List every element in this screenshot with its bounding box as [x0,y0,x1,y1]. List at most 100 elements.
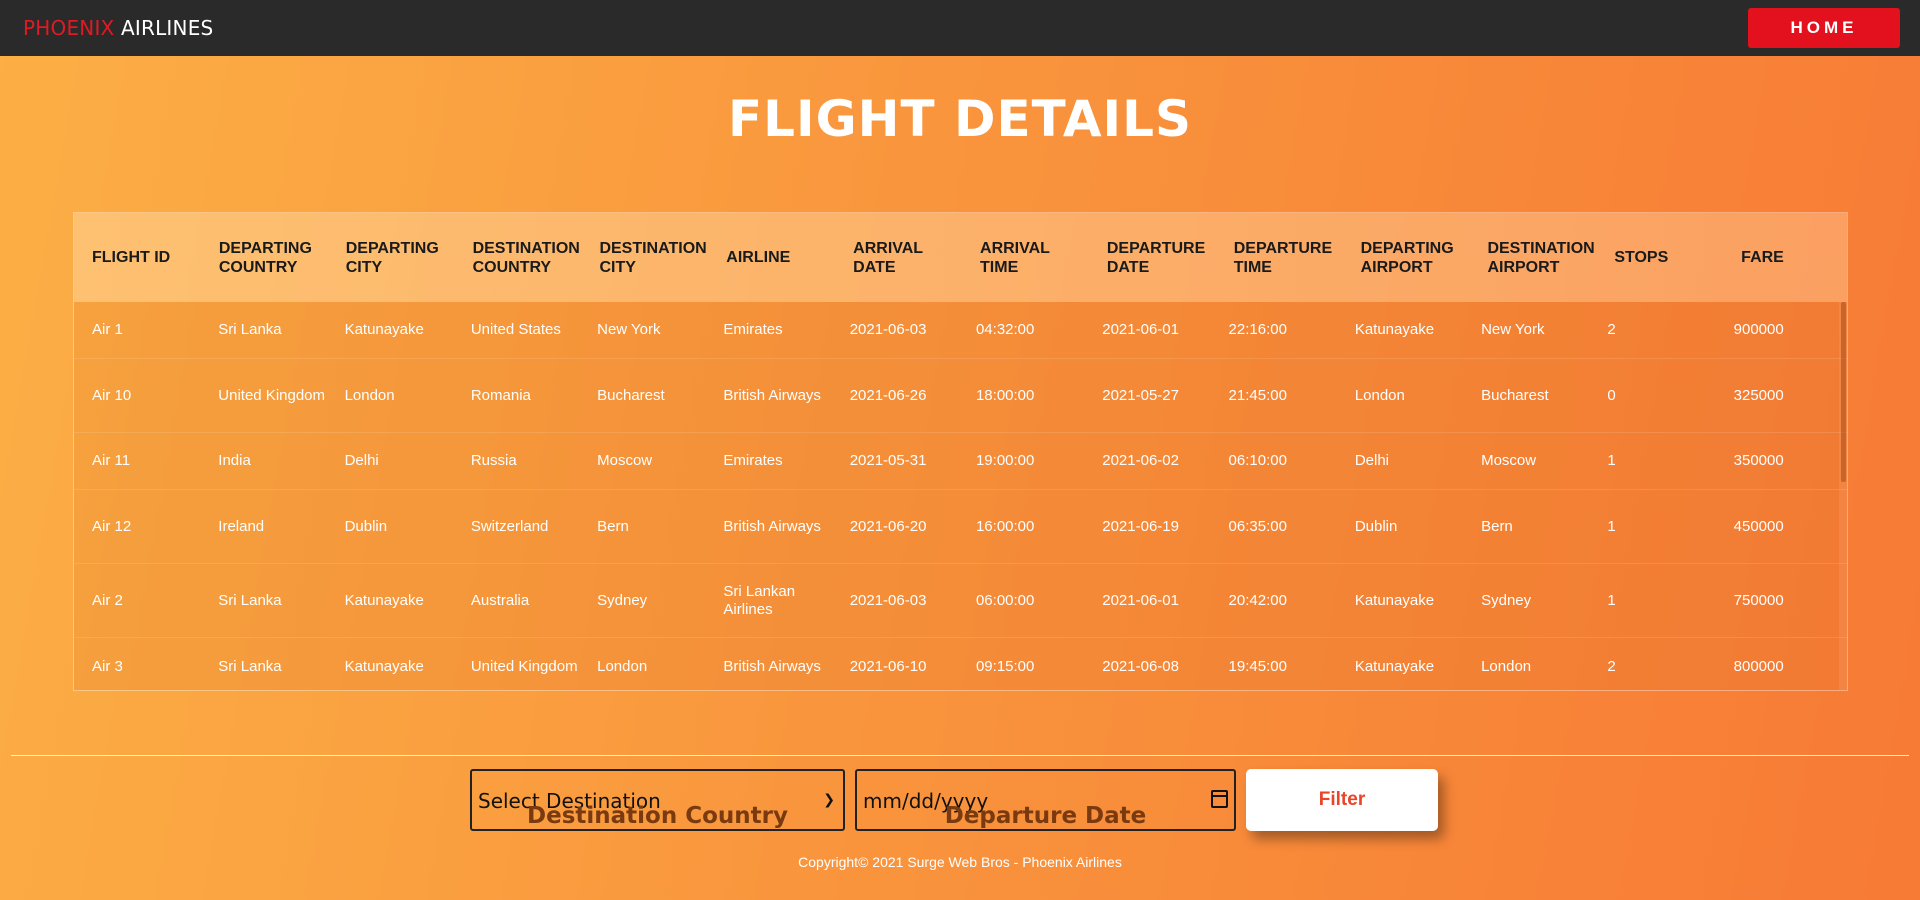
table-cell: Air 2 [92,591,123,609]
table-cell: New York [597,321,661,338]
table-row: Air 12 Ireland Dublin Switzerland Bern Britis… [74,490,1847,564]
table-cell: Romania [470,386,531,404]
table-cell: Sydney [1481,591,1532,609]
table-cell: Sydney [597,591,648,609]
column-header: ARRIVAL DATE [853,239,923,276]
table-cell: 750000 [1733,591,1784,609]
table-cell: Delhi [1354,452,1389,469]
table-cell: 2021-06-08 [1102,657,1179,675]
table-cell: Bern [597,517,629,535]
page-title: FLIGHT DETAILS [727,90,1193,148]
table-row: Air 2 Sri Lanka Katunayake Australia Sydney S… [74,564,1847,638]
table-cell: Katunayake [1354,657,1435,675]
column-header: DEPARTING AIRPORT [1360,239,1454,276]
table-cell: 450000 [1733,517,1784,535]
column-header: DESTINATION AIRPORT [1487,239,1595,276]
table-cell: Bern [1481,517,1513,535]
table-cell: Katunayake [344,321,424,338]
copyright-text: Copyright© 2021 Surge Web Bros - Phoenix… [798,854,1122,870]
table-row: Air 10 United Kingdom London Romania Buchare… [74,359,1847,433]
destination-select[interactable]: Select Destination ❯ Destination Country [470,769,845,831]
table-cell: 19:45:00 [1228,657,1287,675]
table-cell: 18:00:00 [975,386,1035,404]
scrollbar-thumb[interactable] [1841,302,1846,482]
table-cell: Switzerland [470,517,549,535]
table-cell: Air 10 [92,386,132,404]
table-body[interactable]: Air 1 Sri Lanka Katunayake United States New… [74,302,1847,690]
table-cell: 06:10:00 [1228,452,1287,469]
brand-name-part1: PHOENIX [23,16,115,40]
flight-table: FLIGHT ID DEPARTING COUNTRY DEPARTING CITY… [73,212,1848,691]
table-cell: 0 [1607,386,1616,404]
table-cell: Katunayake [344,657,424,675]
table-cell: United States [470,321,561,338]
table-cell: British Airways [723,386,821,404]
table-cell: Russia [470,452,517,469]
table-cell: London [1481,657,1532,675]
table-cell: 20:42:00 [1228,591,1287,609]
table-cell: Dublin [344,517,388,535]
departure-date-label: Departure Date [944,803,1147,829]
table-cell: Bucharest [1481,386,1549,404]
column-header: DEPARTURE TIME [1233,239,1333,276]
table-cell: 1 [1607,452,1616,469]
table-cell: London [344,386,395,404]
table-cell: 2 [1607,657,1616,675]
table-cell: Emirates [723,321,783,338]
table-cell: London [597,657,648,675]
table-cell: 1 [1607,517,1616,535]
table-cell: Air 1 [92,321,123,338]
table-cell: 1 [1607,591,1616,609]
brand-name-part2: AIRLINES [114,16,214,40]
table-cell: Bucharest [597,386,665,404]
table-cell: India [218,452,251,469]
departure-date-input[interactable]: mm/dd/yyyy Departure Date [855,769,1236,831]
table-cell: 22:16:00 [1228,321,1287,338]
table-cell: London [1354,386,1405,404]
table-cell: 900000 [1733,321,1784,338]
table-cell: Emirates [723,452,783,469]
table-cell: 2021-06-20 [849,517,927,535]
table-cell: British Airways [723,657,821,675]
table-cell: Sri Lankan Airlines [723,582,796,618]
table-cell: Air 12 [92,517,132,535]
table-cell: Moscow [1481,452,1537,469]
table-cell: Katunayake [344,591,424,609]
column-header: DESTINATION CITY [599,239,707,276]
table-cell: Sri Lanka [218,591,282,609]
table-cell: 2021-05-31 [849,452,927,469]
table-cell: 21:45:00 [1228,386,1287,404]
table-cell: Air 3 [92,657,123,675]
table-cell: 16:00:00 [975,517,1035,535]
column-header: DEPARTURE DATE [1106,239,1206,276]
table-cell: Moscow [597,452,653,469]
table-scrollbar[interactable] [1839,302,1847,690]
table-cell: Sri Lanka [218,321,282,338]
filter-button[interactable]: Filter [1246,769,1438,831]
column-header: ARRIVAL TIME [980,239,1050,276]
table-cell: 2 [1607,321,1616,338]
table-cell: 325000 [1733,386,1784,404]
brand-logo[interactable]: PHOENIX AIRLINES [23,16,213,40]
table-cell: Sri Lanka [218,657,282,675]
table-cell: British Airways [723,517,821,535]
table-cell: 06:00:00 [975,591,1035,609]
table-cell: Delhi [344,452,379,469]
table-cell: 2021-06-03 [849,321,927,338]
column-header: STOPS [1614,249,1669,266]
navbar: PHOENIX AIRLINES HOME [0,0,1920,56]
table-row: Air 1 Sri Lanka Katunayake United States New… [74,302,1847,359]
table-cell: 2021-06-01 [1102,321,1179,338]
table-cell: Katunayake [1354,321,1435,338]
table-cell: United Kingdom [218,386,326,404]
table-cell: 2021-06-10 [849,657,927,675]
table-cell: 2021-05-27 [1102,386,1179,404]
table-cell: Ireland [218,517,265,535]
home-button[interactable]: HOME [1748,8,1900,48]
column-header: FLIGHT ID [92,249,171,266]
table-cell: 350000 [1733,452,1784,469]
table-cell: New York [1481,321,1545,338]
table-cell: 09:15:00 [975,657,1035,675]
table-cell: United Kingdom [470,657,578,675]
table-cell: 800000 [1733,657,1784,675]
